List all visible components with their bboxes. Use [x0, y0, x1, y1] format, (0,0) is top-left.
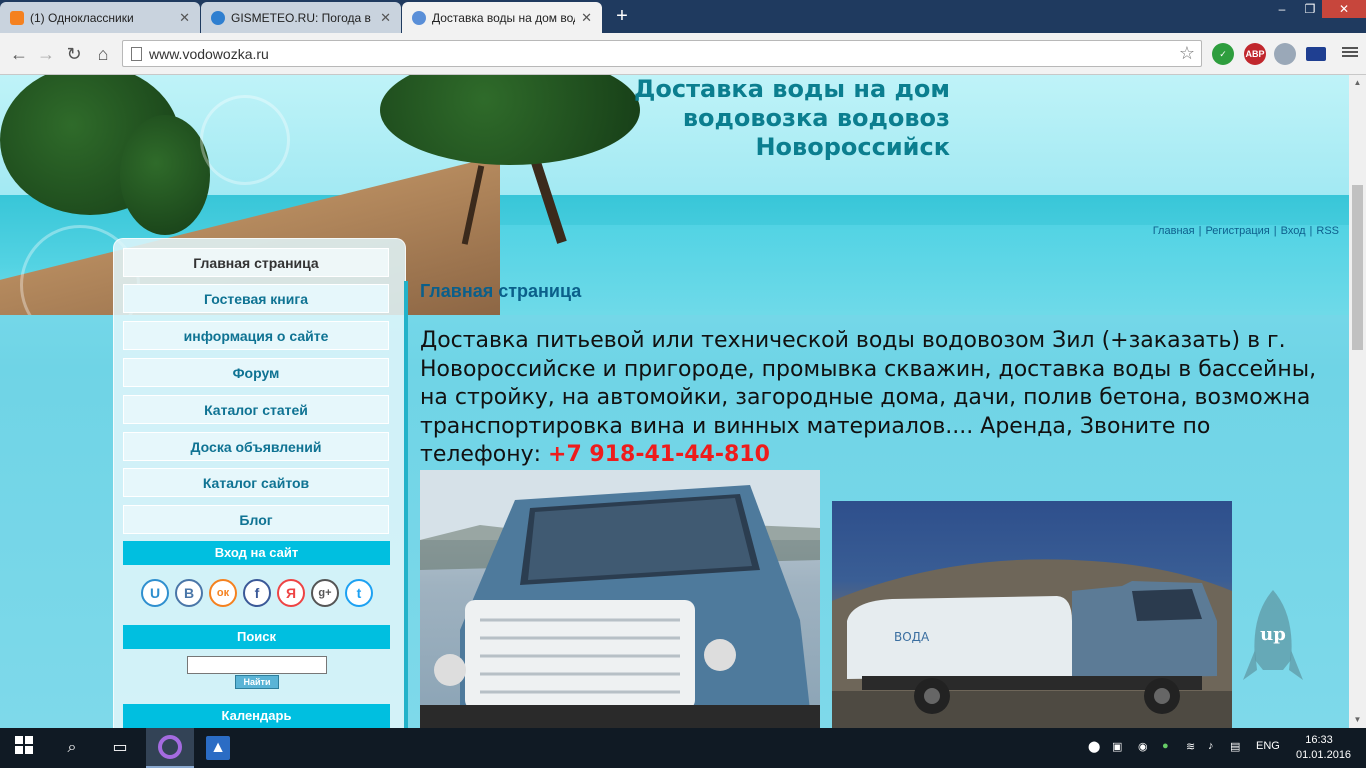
tab-close-icon[interactable]: ✕ — [380, 10, 391, 26]
back-arrow-icon[interactable]: ← — [8, 43, 30, 65]
twitter-login-icon[interactable]: t — [345, 579, 373, 607]
up-label: up — [1260, 624, 1286, 645]
bookmark-star-icon[interactable]: ☆ — [1179, 43, 1195, 64]
tray-icon[interactable]: ▣ — [1112, 740, 1122, 753]
menu-item-board[interactable]: Доска объявлений — [123, 432, 389, 461]
minimize-button[interactable]: – — [1268, 0, 1296, 18]
menu-item-forum[interactable]: Форум — [123, 358, 389, 387]
page-heading: Главная страница — [420, 281, 582, 301]
page-icon — [131, 47, 142, 61]
title-line: Доставка воды на дом — [634, 75, 950, 103]
browser-tabbar: (1) Одноклассники ✕ GISMETEO.RU: Погода … — [0, 0, 1366, 33]
tab-vodowozka[interactable]: Доставка воды на дом водо ✕ — [402, 2, 602, 33]
odnoklassniki-favicon-icon — [10, 10, 24, 25]
task-view-icon[interactable]: ▭ — [108, 736, 132, 760]
link-register[interactable]: Регистрация — [1205, 225, 1269, 237]
rocket-icon: up — [1243, 590, 1303, 680]
new-tab-button[interactable]: + — [612, 6, 632, 26]
reload-icon[interactable]: ↻ — [63, 43, 85, 65]
address-bar[interactable]: www.vodowozka.ru ☆ — [122, 40, 1202, 67]
tab-close-icon[interactable]: ✕ — [179, 10, 190, 26]
windows-start-icon[interactable] — [12, 736, 36, 760]
shield-extension-icon[interactable]: ✓ — [1212, 43, 1234, 65]
search-input[interactable] — [187, 656, 327, 674]
yandex-login-icon[interactable]: Я — [277, 579, 305, 607]
tray-icon[interactable]: ⬤ — [1088, 740, 1100, 753]
browser-menu-icon[interactable] — [1342, 45, 1358, 61]
title-line: Новороссийск — [755, 133, 950, 161]
scroll-up-button[interactable]: up — [1243, 590, 1303, 686]
tab-close-icon[interactable]: ✕ — [581, 10, 592, 26]
main-description: Доставка питьевой или технической воды в… — [420, 327, 1330, 470]
gismeteo-favicon-icon — [211, 10, 225, 25]
wifi-icon[interactable]: ≋ — [1186, 740, 1195, 753]
menu-item-home[interactable]: Главная страница — [123, 248, 389, 277]
scroll-down-arrow-icon[interactable]: ▼ — [1349, 712, 1366, 728]
odnoklassniki-login-icon[interactable]: ок — [209, 579, 237, 607]
search-button[interactable]: Найти — [235, 675, 279, 689]
link-login[interactable]: Вход — [1281, 225, 1306, 237]
truck-front-photo — [420, 470, 820, 728]
page-viewport: Доставка воды на дом водовозка водовоз Н… — [0, 75, 1349, 728]
clock[interactable]: 16:33 01.01.2016 — [1296, 733, 1352, 763]
menu-item-articles[interactable]: Каталог статей — [123, 395, 389, 424]
browser-toolbar: ← → ↻ ⌂ www.vodowozka.ru ☆ ✓ ABP — [0, 33, 1366, 75]
sidebar: Главная страница Гостевая книга информац… — [113, 238, 406, 728]
tab-odnoklassniki[interactable]: (1) Одноклассники ✕ — [0, 2, 200, 33]
restore-button[interactable]: ❐ — [1296, 0, 1324, 18]
tab-gismeteo[interactable]: GISMETEO.RU: Погода в Но ✕ — [201, 2, 401, 33]
vodowozka-favicon-icon — [412, 10, 426, 25]
site-title: Доставка воды на дом водовозка водовоз Н… — [560, 75, 950, 162]
truck-label: ВОДА — [894, 630, 930, 644]
calendar-block-title: Календарь — [123, 704, 390, 728]
menu-item-blog[interactable]: Блог — [123, 505, 389, 534]
tray-icon[interactable]: ● — [1162, 740, 1169, 752]
google-plus-login-icon[interactable]: g+ — [311, 579, 339, 607]
paint-app-icon[interactable]: ▲ — [206, 736, 230, 760]
menu-item-about[interactable]: информация о сайте — [123, 321, 389, 350]
scrollbar-thumb[interactable] — [1352, 185, 1363, 350]
search-icon[interactable]: ⌕ — [60, 736, 84, 760]
login-block-title: Вход на сайт — [123, 541, 390, 565]
page-scrollbar[interactable]: ▲ ▼ — [1349, 75, 1366, 728]
browser-app-icon — [158, 735, 182, 759]
close-window-button[interactable]: ✕ — [1322, 0, 1366, 18]
home-icon[interactable]: ⌂ — [92, 43, 114, 65]
url-text[interactable]: www.vodowozka.ru — [149, 46, 269, 62]
link-home[interactable]: Главная — [1153, 225, 1195, 237]
menu-item-guestbook[interactable]: Гостевая книга — [123, 284, 389, 313]
link-rss[interactable]: RSS — [1316, 225, 1339, 237]
language-indicator[interactable]: ENG — [1256, 740, 1280, 752]
forward-arrow-icon[interactable]: → — [35, 43, 57, 65]
search-block-title: Поиск — [123, 625, 390, 649]
tab-title: GISMETEO.RU: Погода в Но — [231, 10, 375, 25]
browser-taskbar-app[interactable] — [146, 728, 194, 768]
clock-time: 16:33 — [1305, 734, 1333, 746]
truck-side-photo: ВОДА — [832, 501, 1232, 728]
tray-icon[interactable]: ◉ — [1138, 740, 1148, 753]
search-extension-icon[interactable] — [1274, 43, 1296, 65]
volume-icon[interactable]: ♪ — [1208, 740, 1214, 752]
ucoz-login-icon[interactable]: U — [141, 579, 169, 607]
windows-taskbar: ⌕ ▭ ▲ ⬤ ▣ ◉ ● ≋ ♪ ▤ ENG 16:33 01.01.2016 — [0, 728, 1366, 768]
phone-number[interactable]: +7 918-41-44-810 — [548, 442, 770, 467]
menu-item-sites[interactable]: Каталог сайтов — [123, 468, 389, 497]
title-line: водовозка водовоз — [682, 104, 950, 132]
clock-date: 01.01.2016 — [1296, 749, 1352, 761]
scroll-up-arrow-icon[interactable]: ▲ — [1349, 75, 1366, 91]
vk-login-icon[interactable]: B — [175, 579, 203, 607]
notifications-icon[interactable]: ▤ — [1230, 740, 1240, 753]
adblock-extension-icon[interactable]: ABP — [1244, 43, 1266, 65]
facebook-login-icon[interactable]: f — [243, 579, 271, 607]
user-links: Главная | Регистрация | Вход | RSS — [1152, 225, 1339, 237]
tab-title: (1) Одноклассники — [30, 10, 134, 25]
flag-icon[interactable] — [1306, 47, 1326, 61]
tab-title: Доставка воды на дом водо — [432, 10, 576, 25]
